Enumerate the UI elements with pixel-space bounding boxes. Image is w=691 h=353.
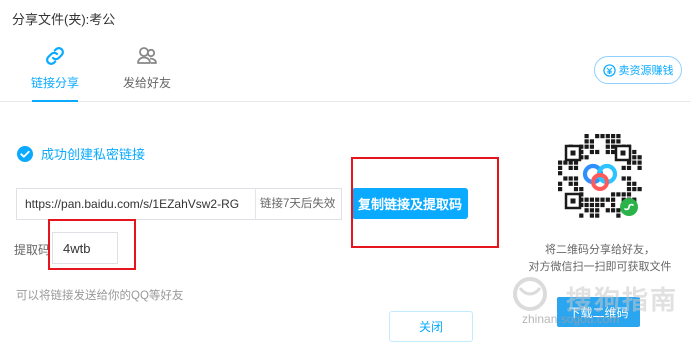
tab-link-share[interactable]: 链接分享 <box>20 44 90 102</box>
qr-caption-line-1: 将二维码分享给好友， <box>545 244 655 256</box>
tab-link-share-label: 链接分享 <box>30 76 79 90</box>
tab-send-friend[interactable]: 发给好友 <box>112 44 182 102</box>
success-message: 成功创建私密链接 <box>17 144 145 163</box>
share-hint-text: 可以将链接发送给你的QQ等好友 <box>16 290 184 302</box>
qr-caption-line-2: 对方微信扫一扫即可获取文件 <box>528 261 672 273</box>
download-qr-button[interactable]: 下载二维码 <box>557 297 640 327</box>
coin-icon <box>602 63 616 77</box>
extract-code-value: 4wtb <box>63 241 91 256</box>
watermark-logo <box>513 277 547 311</box>
tab-send-friend-label: 发给好友 <box>122 76 171 90</box>
wechat-miniprogram-badge <box>620 198 638 216</box>
success-text: 成功创建私密链接 <box>41 147 146 162</box>
title-bar: 分享文件(夹):考公 <box>0 0 691 36</box>
extract-code-label: 提取码 <box>14 243 51 257</box>
tab-bar: 链接分享 发给好友 <box>0 36 691 102</box>
sell-resource-button[interactable]: 卖资源赚钱 <box>594 56 682 84</box>
sell-resource-label: 卖资源赚钱 <box>618 65 674 77</box>
link-expire-text: 链接7天后失效 <box>255 189 335 219</box>
share-link-field: 链接7天后失效 <box>16 188 342 220</box>
share-link-input[interactable] <box>17 189 255 219</box>
check-circle-icon <box>17 145 33 162</box>
qr-code <box>551 127 649 225</box>
dialog-title: 分享文件(夹):考公 <box>12 12 116 27</box>
link-icon <box>46 47 64 65</box>
copy-link-and-code-button[interactable]: 复制链接及提取码 <box>352 188 468 219</box>
friends-icon <box>137 47 157 64</box>
close-button[interactable]: 关闭 <box>389 311 473 342</box>
extract-code-field[interactable]: 4wtb <box>52 232 118 264</box>
qr-caption: 将二维码分享给好友， 对方微信扫一扫即可获取文件 <box>515 242 685 276</box>
